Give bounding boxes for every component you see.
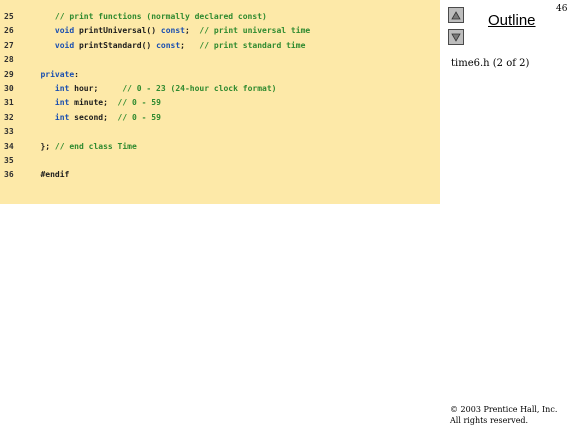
code-comment: // 0 - 59 [117, 112, 161, 122]
code-text: hour; [69, 83, 123, 93]
code-keyword: int [54, 112, 70, 122]
code-text: printStandard() [74, 40, 157, 50]
line-number: 29 [4, 69, 14, 79]
next-slide-button[interactable] [448, 29, 464, 45]
code-panel: 25 // print functions (normally declared… [0, 0, 440, 204]
code-text: : [74, 69, 79, 79]
code-keyword: int [54, 98, 70, 108]
line-number: 27 [4, 40, 14, 50]
code-line: 36 #endif [4, 168, 310, 182]
line-number: 25 [4, 12, 14, 21]
code-keyword: const [160, 26, 185, 36]
code-comment: // print universal time [199, 26, 311, 36]
code-text: printUniversal() [74, 26, 161, 36]
code-line: 30 int hour; // 0 - 23 (24-hour clock fo… [4, 82, 310, 96]
code-keyword: void [54, 26, 75, 36]
code-keyword: private [40, 69, 75, 79]
code-line: 33 [4, 125, 310, 139]
code-keyword: void [54, 40, 75, 50]
copyright-line: © 2003 Prentice Hall, Inc. [450, 405, 558, 414]
line-number: 30 [4, 83, 14, 93]
code-line: 34 }; // end class Time [4, 140, 310, 154]
code-text: #endif [26, 170, 70, 180]
line-number: 36 [4, 170, 14, 180]
code-listing: 25 // print functions (normally declared… [4, 10, 310, 183]
line-number: 26 [4, 26, 14, 36]
triangle-down-icon [451, 33, 461, 42]
line-number: 33 [4, 127, 14, 137]
code-comment: // end class Time [54, 141, 137, 151]
rights-line: All rights reserved. [450, 416, 529, 425]
code-line: 35 [4, 154, 310, 168]
code-text: second; [69, 112, 118, 122]
line-number: 35 [4, 155, 14, 165]
code-text: ; [180, 40, 200, 50]
previous-slide-button[interactable] [448, 7, 464, 23]
triangle-up-icon [451, 10, 461, 19]
code-text: }; [26, 141, 55, 151]
line-number: 32 [4, 112, 14, 122]
code-line: 27 void printStandard() const; // print … [4, 39, 310, 53]
line-number: 28 [4, 55, 14, 65]
outline-link[interactable]: Outline [488, 12, 536, 29]
code-comment: // 0 - 23 (24-hour clock format) [122, 83, 277, 93]
code-line: 28 [4, 53, 310, 67]
code-text: minute; [69, 98, 118, 108]
copyright-notice: © 2003 Prentice Hall, Inc. All rights re… [450, 404, 557, 426]
line-number: 34 [4, 141, 14, 151]
code-line: 25 // print functions (normally declared… [4, 10, 310, 24]
code-line: 26 void printUniversal() const; // print… [4, 24, 310, 38]
code-comment: // 0 - 59 [117, 98, 161, 108]
code-line: 32 int second; // 0 - 59 [4, 111, 310, 125]
page-number: 46 [556, 4, 568, 14]
code-comment: // print standard time [199, 40, 306, 50]
code-line: 31 int minute; // 0 - 59 [4, 96, 310, 110]
file-caption: time6.h (2 of 2) [451, 58, 530, 69]
code-line: 29 private: [4, 68, 310, 82]
code-text: ; [184, 26, 200, 36]
code-comment: // print functions (normally declared co… [26, 12, 267, 21]
line-number: 31 [4, 98, 14, 108]
code-keyword: int [54, 83, 70, 93]
code-keyword: const [156, 40, 181, 50]
